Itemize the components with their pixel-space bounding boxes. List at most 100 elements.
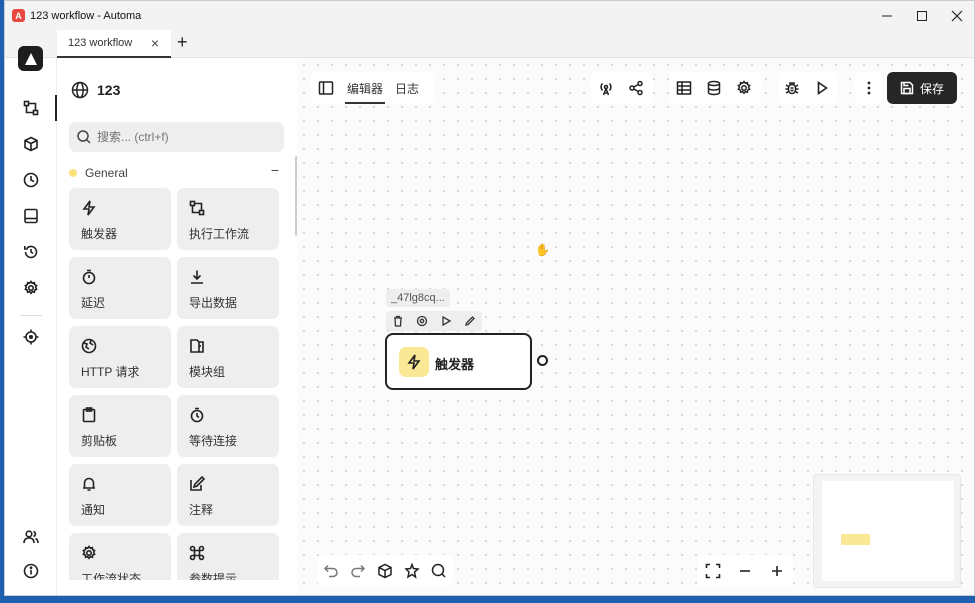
redo-button[interactable] [344, 555, 371, 587]
packages-button[interactable] [371, 555, 398, 587]
block-label: 注释 [189, 503, 214, 517]
automa-logo[interactable] [18, 46, 43, 71]
undo-button[interactable] [317, 555, 344, 587]
broadcast-icon [600, 82, 612, 96]
block-export-data[interactable]: 导出数据 [177, 257, 279, 319]
title-bar: A 123 workflow - Automa [5, 1, 974, 30]
workflow-icon [23, 100, 39, 116]
stopwatch-icon [82, 269, 96, 285]
settings-icon[interactable] [416, 315, 428, 327]
trigger-listen-button[interactable] [591, 72, 621, 104]
add-tab-button[interactable]: + [177, 32, 188, 53]
search-icon [432, 563, 446, 578]
block-execute-workflow[interactable]: 执行工作流 [177, 188, 279, 250]
workflow-canvas[interactable]: 编辑器 日志 保存 ✋ _47lg8cq... 触发器 [297, 58, 974, 595]
block-clipboard[interactable]: 剪贴板 [69, 395, 171, 457]
tab-bar: 123 workflow × + [5, 30, 974, 58]
tab-label: 123 workflow [68, 37, 133, 49]
minimize-icon [881, 15, 892, 16]
tab-log[interactable]: 日志 [389, 72, 425, 104]
close-icon[interactable]: × [151, 35, 159, 51]
rail-settings[interactable] [5, 273, 57, 303]
block-trigger[interactable]: 触发器 [69, 188, 171, 250]
run-button[interactable] [807, 72, 837, 104]
command-icon [189, 545, 205, 561]
maximize-button[interactable] [904, 1, 939, 30]
rail-packages[interactable] [5, 129, 57, 159]
users-icon [23, 530, 39, 544]
node-action-bar [386, 311, 482, 331]
block-label: 触发器 [81, 227, 118, 241]
tab-editor[interactable]: 编辑器 [341, 72, 389, 104]
search-blocks-button[interactable] [426, 555, 453, 587]
block-note[interactable]: 注释 [177, 464, 279, 526]
minimap-node [841, 534, 870, 545]
table-button[interactable] [669, 72, 699, 104]
workflow-settings-button[interactable] [729, 72, 759, 104]
more-button[interactable] [855, 72, 883, 104]
block-group[interactable]: 模块组 [177, 326, 279, 388]
fit-view-button[interactable] [697, 555, 729, 587]
bug-icon [785, 82, 799, 95]
zoom-in-button[interactable] [761, 555, 793, 587]
block-http-request[interactable]: HTTP 请求 [69, 326, 171, 388]
bell-icon [83, 477, 95, 491]
database-icon [707, 80, 721, 96]
minus-icon [740, 570, 750, 572]
category-general[interactable]: General − [69, 162, 279, 182]
close-button[interactable] [939, 1, 974, 30]
save-icon [900, 81, 914, 95]
rail-element-picker[interactable] [5, 322, 57, 352]
database-button[interactable] [699, 72, 729, 104]
category-label: General [85, 166, 128, 180]
auto-arrange-button[interactable] [399, 555, 426, 587]
maximize-icon [916, 10, 927, 21]
block-notification[interactable]: 通知 [69, 464, 171, 526]
delete-icon[interactable] [392, 315, 404, 327]
block-workflow-state[interactable]: 工作流状态 [69, 533, 171, 580]
minimap[interactable] [813, 474, 961, 588]
block-delay[interactable]: 延迟 [69, 257, 171, 319]
node-output-handle[interactable] [537, 355, 548, 366]
search-input[interactable] [97, 130, 257, 144]
app-window: A 123 workflow - Automa 123 workflow × + [4, 0, 975, 596]
trigger-node[interactable]: 触发器 [385, 333, 532, 390]
close-icon [951, 10, 962, 21]
bolt-icon [399, 347, 429, 377]
toggle-sidebar-button[interactable] [311, 72, 341, 104]
save-button[interactable]: 保存 [887, 72, 957, 104]
block-parameter-prompt[interactable]: 参数提示 [177, 533, 279, 580]
share-group [591, 72, 653, 104]
block-wait-connections[interactable]: 等待连接 [177, 395, 279, 457]
rail-divider [20, 315, 42, 316]
rail-history[interactable] [5, 237, 57, 267]
fullscreen-icon [705, 563, 721, 579]
more-vertical-icon [867, 81, 871, 95]
edit-icon[interactable] [464, 315, 476, 327]
crosshair-icon [23, 329, 39, 345]
block-grid: 触发器 执行工作流 延迟 导出数据 HTTP 请求 模块组 剪贴板 等待连接 通… [69, 188, 281, 580]
storage-icon [24, 208, 38, 224]
globe-icon [71, 81, 89, 99]
rail-storage[interactable] [5, 201, 57, 231]
settings-icon [737, 80, 751, 95]
share-button[interactable] [621, 72, 651, 104]
minimize-button[interactable] [869, 1, 904, 30]
rail-team[interactable] [5, 522, 57, 552]
rail-workflow[interactable] [5, 93, 57, 123]
clock-icon [23, 172, 39, 188]
editor-tabs: 编辑器 日志 [311, 72, 435, 104]
workflow-icon [189, 200, 205, 216]
debug-button[interactable] [777, 72, 807, 104]
rail-about[interactable] [5, 556, 57, 586]
tab-workflow[interactable]: 123 workflow × [57, 30, 171, 58]
zoom-out-button[interactable] [729, 555, 761, 587]
block-label: 参数提示 [189, 572, 238, 580]
settings-icon [82, 545, 96, 560]
canvas-tools [317, 555, 453, 587]
rail-schedule[interactable] [5, 165, 57, 195]
play-icon[interactable] [440, 315, 452, 327]
redo-icon [351, 564, 365, 578]
search-box[interactable] [69, 122, 284, 152]
collapse-icon[interactable]: − [271, 162, 279, 178]
